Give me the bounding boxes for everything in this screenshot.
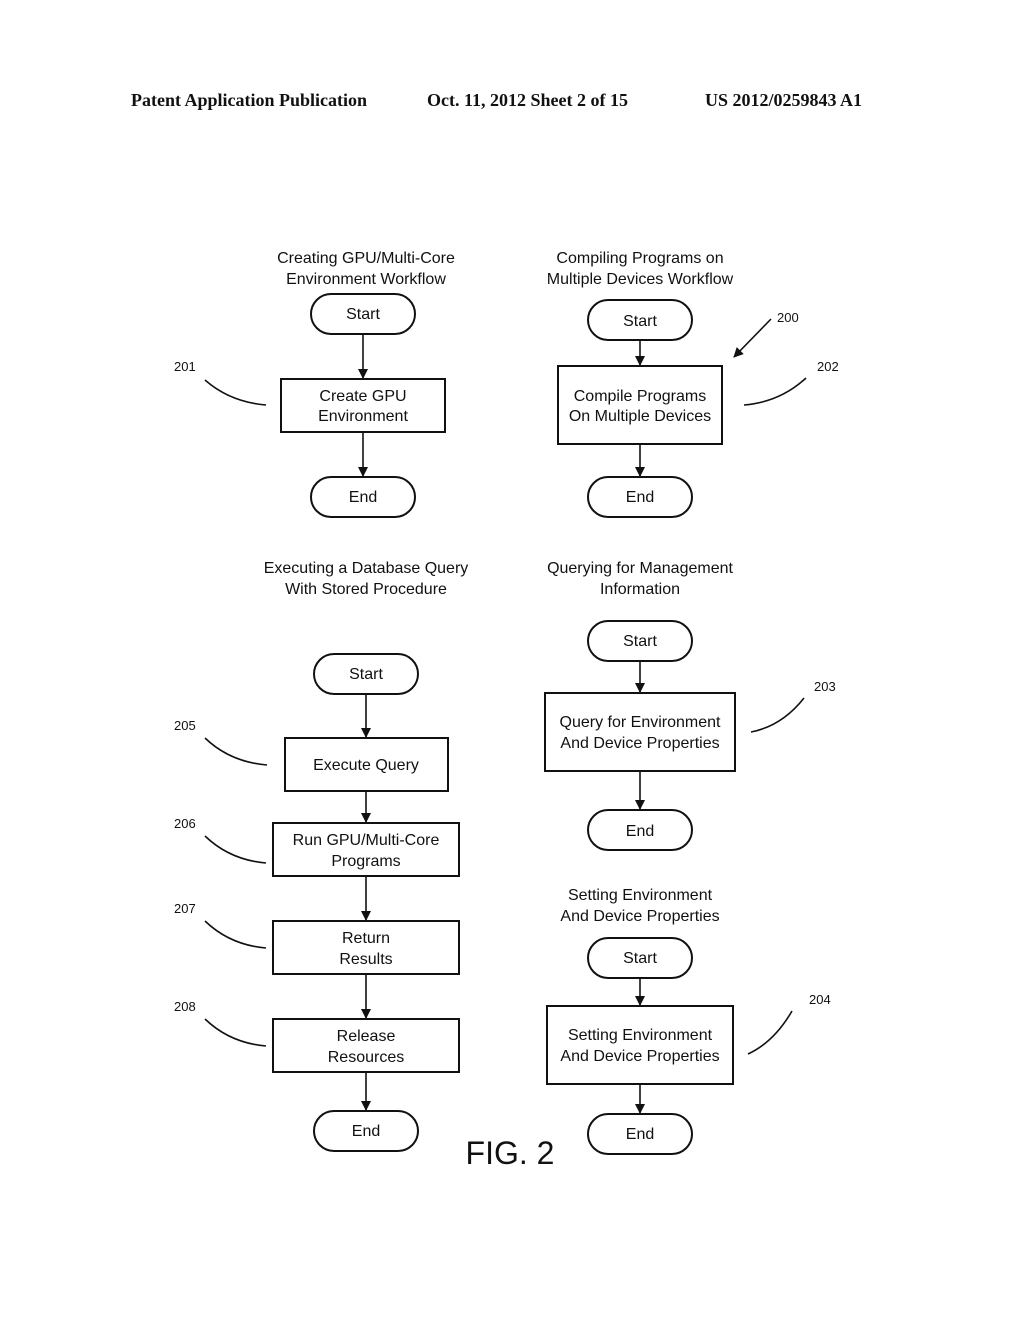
end-label: End <box>352 1123 380 1140</box>
process-label: Setting Environment <box>568 1027 713 1044</box>
end-label: End <box>626 1126 654 1143</box>
leader-line <box>747 1010 793 1055</box>
leader-line <box>743 377 807 406</box>
workflow-compile-programs: Compiling Programs on Multiple Devices W… <box>547 250 839 518</box>
figure-reference-numeral: 200 <box>777 310 799 325</box>
start-label: Start <box>346 306 380 323</box>
process-label: On Multiple Devices <box>569 408 711 425</box>
leader-line <box>204 379 267 406</box>
workflow-title-line: Multiple Devices Workflow <box>547 271 734 288</box>
start-label: Start <box>623 313 657 330</box>
reference-numeral: 204 <box>809 992 831 1007</box>
leader-line <box>750 697 805 733</box>
workflow-title-line: Compiling Programs on <box>556 250 723 267</box>
workflow-title-line: Executing a Database Query <box>264 560 469 577</box>
process-label: Programs <box>331 853 400 870</box>
reference-numeral: 208 <box>174 999 196 1014</box>
figure-reference-arrow <box>733 318 772 358</box>
process-label: Run GPU/Multi-Core <box>293 832 440 849</box>
workflow-database-query: Executing a Database Query With Stored P… <box>174 560 469 1152</box>
start-label: Start <box>623 950 657 967</box>
workflow-title-line: Creating GPU/Multi-Core <box>277 250 455 267</box>
process-label: Return <box>342 930 390 947</box>
flowchart-diagram: Creating GPU/Multi-Core Environment Work… <box>174 250 839 1171</box>
workflow-title-line: Querying for Management <box>547 560 733 577</box>
workflow-query-management-info: Querying for Management Information Star… <box>544 560 836 851</box>
process-label: And Device Properties <box>560 735 719 752</box>
reference-numeral: 206 <box>174 816 196 831</box>
workflow-title-line: And Device Properties <box>560 908 719 925</box>
end-label: End <box>349 489 377 506</box>
leader-line <box>204 1018 267 1047</box>
workflow-title-line: Environment Workflow <box>286 271 446 288</box>
process-label: Results <box>339 951 392 968</box>
process-label: Environment <box>318 408 408 425</box>
reference-numeral: 205 <box>174 718 196 733</box>
process-label: And Device Properties <box>560 1048 719 1065</box>
workflow-create-gpu-environment: Creating GPU/Multi-Core Environment Work… <box>174 250 455 518</box>
process-label: Execute Query <box>313 757 419 774</box>
process-label: Release <box>337 1028 396 1045</box>
leader-line <box>204 737 268 766</box>
reference-numeral: 201 <box>174 359 196 374</box>
process-box-202 <box>557 365 723 445</box>
workflow-set-environment-properties: Setting Environment And Device Propertie… <box>546 887 831 1155</box>
process-label: Query for Environment <box>560 714 722 731</box>
process-label: Compile Programs <box>574 388 706 405</box>
reference-numeral: 203 <box>814 679 836 694</box>
start-label: Start <box>349 666 383 683</box>
start-label: Start <box>623 633 657 650</box>
process-box-204 <box>546 1005 734 1085</box>
leader-line <box>204 920 267 949</box>
end-label: End <box>626 823 654 840</box>
workflow-title-line: Setting Environment <box>568 887 713 904</box>
workflow-title-line: With Stored Procedure <box>285 581 447 598</box>
end-label: End <box>626 489 654 506</box>
reference-numeral: 207 <box>174 901 196 916</box>
leader-line <box>204 835 267 864</box>
figure-caption: FIG. 2 <box>466 1135 555 1171</box>
workflow-title-line: Information <box>600 581 680 598</box>
process-box-203 <box>544 692 736 772</box>
process-label: Resources <box>328 1049 404 1066</box>
reference-numeral: 202 <box>817 359 839 374</box>
process-label: Create GPU <box>319 388 406 405</box>
